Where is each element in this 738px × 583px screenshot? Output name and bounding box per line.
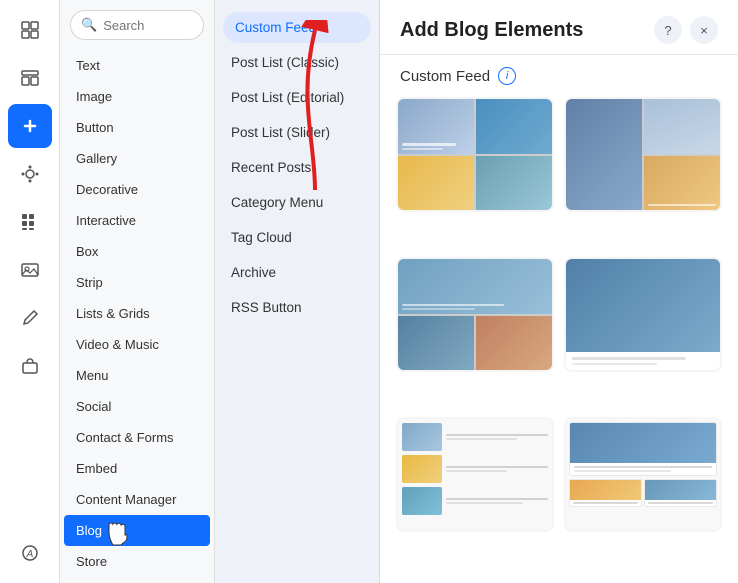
subcategory-item-post-list-slider[interactable]: Post List (Slider) — [215, 115, 379, 150]
category-item-social[interactable]: Social — [60, 391, 214, 422]
design-icon[interactable] — [8, 152, 52, 196]
subcategory-list: Custom Feed Post List (Classic) Post Lis… — [215, 10, 379, 325]
category-item-content[interactable]: Content Manager — [60, 484, 214, 515]
subcategory-item-rss-button[interactable]: RSS Button — [215, 290, 379, 325]
subcategory-item-custom-feed[interactable]: Custom Feed — [223, 12, 371, 43]
subcategory-item-category-menu[interactable]: Category Menu — [215, 185, 379, 220]
svg-text:A: A — [25, 549, 33, 560]
pen-icon[interactable] — [8, 296, 52, 340]
thumbnail-3[interactable] — [396, 257, 554, 372]
search-input[interactable] — [103, 18, 193, 33]
help-button[interactable]: ? — [654, 16, 682, 44]
assets-icon[interactable]: A — [8, 531, 52, 575]
section-header: Custom Feed i — [380, 55, 738, 91]
category-panel: 🔍 Text Image Button Gallery Decorative I… — [60, 0, 215, 583]
category-item-text[interactable]: Text — [60, 50, 214, 81]
category-item-contact[interactable]: Contact & Forms — [60, 422, 214, 453]
category-item-image[interactable]: Image — [60, 81, 214, 112]
search-bar[interactable]: 🔍 — [70, 10, 204, 40]
close-button[interactable]: × — [690, 16, 718, 44]
subcategory-item-recent-posts[interactable]: Recent Posts — [215, 150, 379, 185]
info-icon[interactable]: i — [498, 67, 516, 85]
main-panel: Add Blog Elements ? × Custom Feed i — [380, 0, 738, 583]
category-item-store[interactable]: Store — [60, 546, 214, 577]
apps-icon[interactable] — [8, 200, 52, 244]
category-list: Text Image Button Gallery Decorative Int… — [60, 50, 214, 583]
subcategory-panel: Custom Feed Post List (Classic) Post Lis… — [215, 0, 380, 583]
icon-bar: A — [0, 0, 60, 583]
pages-icon[interactable] — [8, 8, 52, 52]
thumbnails-grid — [380, 91, 738, 583]
subcategory-item-tag-cloud[interactable]: Tag Cloud — [215, 220, 379, 255]
media-icon[interactable] — [8, 248, 52, 292]
category-item-interactive[interactable]: Interactive — [60, 205, 214, 236]
category-item-embed[interactable]: Embed — [60, 453, 214, 484]
elements-icon[interactable] — [8, 56, 52, 100]
subcategory-item-post-list-classic[interactable]: Post List (Classic) — [215, 45, 379, 80]
thumbnail-1[interactable] — [396, 97, 554, 212]
category-item-decorative[interactable]: Decorative — [60, 174, 214, 205]
category-item-menu[interactable]: Menu — [60, 360, 214, 391]
thumbnail-6[interactable] — [564, 417, 722, 532]
add-icon[interactable] — [8, 104, 52, 148]
main-panel-title: Add Blog Elements — [400, 19, 583, 42]
search-icon: 🔍 — [81, 17, 97, 33]
category-item-gallery[interactable]: Gallery — [60, 143, 214, 174]
category-item-lists[interactable]: Lists & Grids — [60, 298, 214, 329]
subcategory-item-post-list-editorial[interactable]: Post List (Editorial) — [215, 80, 379, 115]
section-title: Custom Feed — [400, 68, 490, 85]
category-item-box[interactable]: Box — [60, 236, 214, 267]
category-item-strip[interactable]: Strip — [60, 267, 214, 298]
panels-wrapper: 🔍 Text Image Button Gallery Decorative I… — [60, 0, 738, 583]
category-item-blog[interactable]: Blog — [64, 515, 210, 546]
thumbnail-4[interactable] — [564, 257, 722, 372]
thumbnail-2[interactable] — [564, 97, 722, 212]
main-header: Add Blog Elements ? × — [380, 0, 738, 55]
header-icons: ? × — [654, 16, 718, 44]
market-icon[interactable] — [8, 344, 52, 388]
category-item-button[interactable]: Button — [60, 112, 214, 143]
subcategory-item-archive[interactable]: Archive — [215, 255, 379, 290]
category-item-video[interactable]: Video & Music — [60, 329, 214, 360]
thumbnail-5[interactable] — [396, 417, 554, 532]
